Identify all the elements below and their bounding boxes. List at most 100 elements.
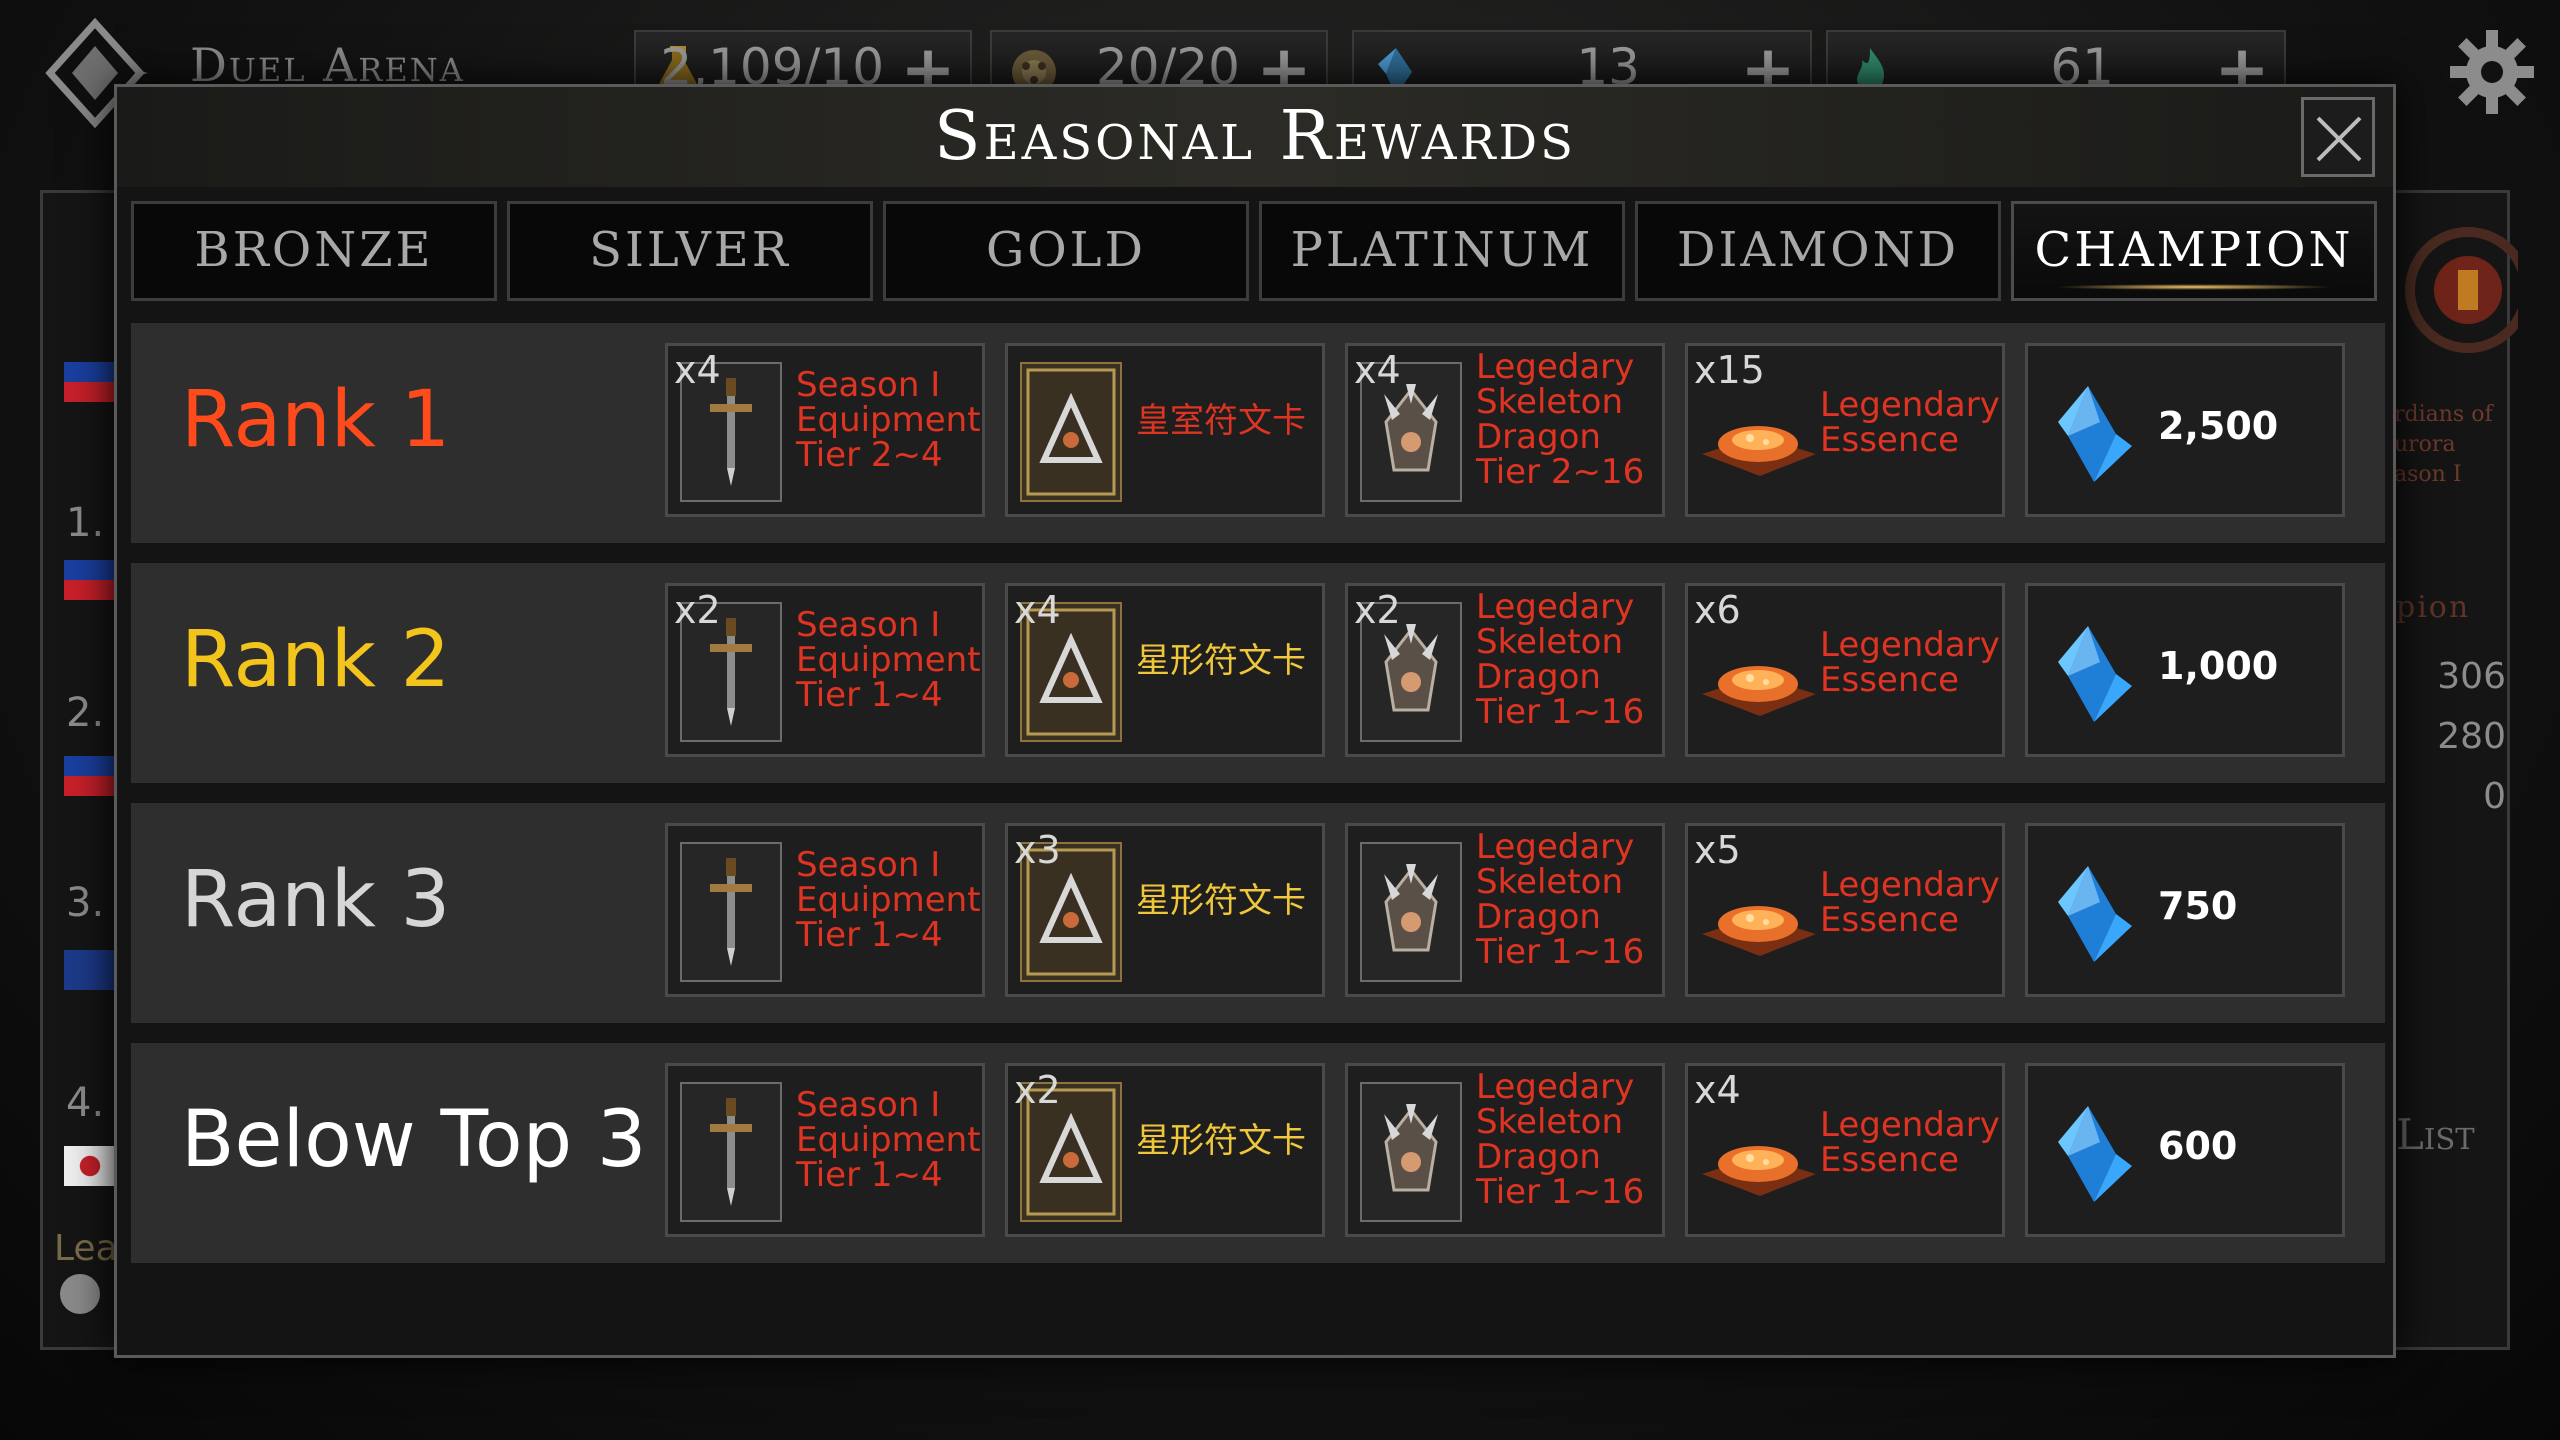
reward-name: Legendary Essence bbox=[1820, 628, 2006, 698]
seasonal-rewards-modal: Seasonal Rewards BRONZE SILVER GOLD PLAT… bbox=[114, 84, 2396, 1358]
reward-name-line: Tier 1~16 bbox=[1476, 932, 1645, 972]
reward-quantity: x2 bbox=[1014, 1068, 1061, 1112]
reward-dragon[interactable]: Legedary Skeleton Dragon Tier 1~16 bbox=[1345, 1063, 1665, 1237]
tab-bronze[interactable]: BRONZE bbox=[131, 201, 497, 301]
country-flag bbox=[64, 1146, 116, 1186]
reward-quantity: x2 bbox=[1354, 588, 1401, 632]
reward-dragon[interactable]: x4 Legedary Skeleton Dragon Tier 2~16 bbox=[1345, 343, 1665, 517]
rank-reward-row: Below Top 3 Season I Equipment Tier 1~4 x2 星形… bbox=[131, 1043, 2385, 1263]
reward-rune-card[interactable]: x3 星形符文卡 bbox=[1005, 823, 1325, 997]
reward-name: Season I Equipment Tier 1~4 bbox=[796, 1088, 982, 1193]
reward-name: Legendary Essence bbox=[1820, 388, 2006, 458]
reward-name: Legedary Skeleton Dragon Tier 1~16 bbox=[1476, 590, 1662, 730]
season-crest-icon bbox=[2405, 227, 2518, 353]
rank-label: Rank 2 bbox=[181, 615, 451, 705]
rank-number: 2. bbox=[66, 690, 105, 736]
reward-rune-card[interactable]: x2 星形符文卡 bbox=[1005, 1063, 1325, 1237]
reward-equipment[interactable]: x4 Season I Equipment Tier 2~4 bbox=[665, 343, 985, 517]
close-button[interactable] bbox=[2301, 97, 2375, 177]
blue-crystal-icon bbox=[2058, 386, 2132, 482]
reward-dragon[interactable]: Legedary Skeleton Dragon Tier 1~16 bbox=[1345, 823, 1665, 997]
reward-name-line: Tier 1~4 bbox=[796, 675, 943, 715]
gem-amount: 1,000 bbox=[2158, 644, 2279, 688]
reward-name-line: Skeleton bbox=[1476, 862, 1624, 902]
tab-platinum[interactable]: PLATINUM bbox=[1259, 201, 1625, 301]
reward-name-line: Dragon bbox=[1476, 1137, 1601, 1177]
reward-name-line: Skeleton bbox=[1476, 622, 1624, 662]
country-flag bbox=[64, 756, 116, 796]
reward-name: Legendary Essence bbox=[1820, 868, 2006, 938]
reward-name-line: Equipment bbox=[796, 640, 981, 680]
tab-champion[interactable]: CHAMPION bbox=[2011, 201, 2377, 301]
reward-name-line: Season I bbox=[796, 605, 941, 645]
reward-essence[interactable]: x4 Legendary Essence bbox=[1685, 1063, 2005, 1237]
reward-quantity: x3 bbox=[1014, 828, 1061, 872]
reward-quantity: x4 bbox=[1694, 1068, 1741, 1112]
settings-gear-icon[interactable] bbox=[2448, 28, 2536, 116]
clock-icon bbox=[60, 1274, 100, 1314]
champion-label: pion bbox=[2396, 590, 2471, 625]
essence-icon bbox=[1702, 1146, 1816, 1196]
reward-gems[interactable]: 600 bbox=[2025, 1063, 2345, 1237]
reward-essence[interactable]: x6 Legendary Essence bbox=[1685, 583, 2005, 757]
reward-essence[interactable]: x15 Legendary Essence bbox=[1685, 343, 2005, 517]
reward-name: 星形符文卡 bbox=[1136, 1121, 1306, 1161]
reward-name: Legedary Skeleton Dragon Tier 1~16 bbox=[1476, 1070, 1662, 1210]
modal-title: Seasonal Rewards bbox=[933, 97, 1577, 176]
reward-name-line: Season I bbox=[796, 1085, 941, 1125]
reward-quantity: x15 bbox=[1694, 348, 1765, 392]
reward-rune-card[interactable]: x4 星形符文卡 bbox=[1005, 583, 1325, 757]
leaderboard-label: Lea bbox=[54, 1228, 118, 1269]
reward-equipment[interactable]: x2 Season I Equipment Tier 1~4 bbox=[665, 583, 985, 757]
sword-icon bbox=[680, 842, 782, 982]
essence-icon bbox=[1702, 666, 1816, 716]
reward-name: Legedary Skeleton Dragon Tier 1~16 bbox=[1476, 830, 1662, 970]
reward-gems[interactable]: 1,000 bbox=[2025, 583, 2345, 757]
reward-name-line: Equipment bbox=[796, 400, 981, 440]
gem-amount: 750 bbox=[2158, 884, 2238, 928]
reward-dragon[interactable]: x2 Legedary Skeleton Dragon Tier 1~16 bbox=[1345, 583, 1665, 757]
reward-name-line: Skeleton bbox=[1476, 382, 1624, 422]
reward-name-line: Legedary bbox=[1476, 347, 1635, 387]
reward-gems[interactable]: 2,500 bbox=[2025, 343, 2345, 517]
tab-silver[interactable]: SILVER bbox=[507, 201, 873, 301]
dragon-egg-icon bbox=[1360, 842, 1462, 982]
essence-icon bbox=[1702, 426, 1816, 476]
reward-name-line: Legedary bbox=[1476, 1067, 1635, 1107]
blue-crystal-icon bbox=[2058, 626, 2132, 722]
rank-number: 1. bbox=[66, 500, 105, 546]
reward-name-line: Dragon bbox=[1476, 417, 1601, 457]
stat-value: 0 bbox=[2483, 776, 2506, 817]
reward-name-line: Dragon bbox=[1476, 657, 1601, 697]
country-flag bbox=[64, 560, 116, 600]
reward-rune-card[interactable]: 皇室符文卡 bbox=[1005, 343, 1325, 517]
gem-amount: 2,500 bbox=[2158, 404, 2279, 448]
reward-name-line: Tier 2~4 bbox=[796, 435, 943, 475]
tab-diamond[interactable]: DIAMOND bbox=[1635, 201, 2001, 301]
reward-name-line: Skeleton bbox=[1476, 1102, 1624, 1142]
sword-icon bbox=[680, 1082, 782, 1222]
tab-gold[interactable]: GOLD bbox=[883, 201, 1249, 301]
rank-reward-row: Rank 3 Season I Equipment Tier 1~4 x3 星形符文卡 Le… bbox=[131, 803, 2385, 1023]
reward-quantity: x4 bbox=[674, 348, 721, 392]
reward-quantity: x4 bbox=[1014, 588, 1061, 632]
rank-label: Rank 3 bbox=[181, 855, 451, 945]
rank-reward-row: Rank 2 x2 Season I Equipment Tier 1~4 x4 星形符文卡… bbox=[131, 563, 2385, 783]
blue-crystal-icon bbox=[2058, 1106, 2132, 1202]
reward-name-line: Essence bbox=[1820, 900, 1959, 940]
reward-list-button[interactable]: List bbox=[2396, 1110, 2475, 1159]
reward-equipment[interactable]: Season I Equipment Tier 1~4 bbox=[665, 823, 985, 997]
rune-card-icon bbox=[1020, 362, 1122, 502]
reward-name-line: Legendary bbox=[1820, 625, 2000, 665]
reward-gems[interactable]: 750 bbox=[2025, 823, 2345, 997]
reward-name-line: Tier 1~4 bbox=[796, 1155, 943, 1195]
reward-name-line: Essence bbox=[1820, 1140, 1959, 1180]
reward-equipment[interactable]: Season I Equipment Tier 1~4 bbox=[665, 1063, 985, 1237]
reward-name-line: Season I bbox=[796, 845, 941, 885]
reward-name-line: Tier 1~16 bbox=[1476, 1172, 1645, 1212]
tier-tabs: BRONZE SILVER GOLD PLATINUM DIAMOND CHAM… bbox=[131, 201, 2385, 301]
reward-essence[interactable]: x5 Legendary Essence bbox=[1685, 823, 2005, 997]
dragon-egg-icon bbox=[1360, 1082, 1462, 1222]
rank-label: Rank 1 bbox=[181, 375, 451, 465]
reward-name-line: Tier 2~16 bbox=[1476, 452, 1645, 492]
